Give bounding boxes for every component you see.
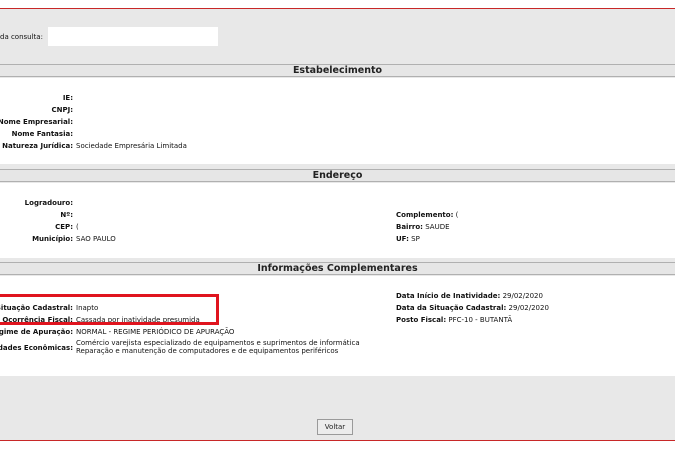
- field-value: 29/02/2020: [508, 304, 549, 312]
- back-button[interactable]: Voltar: [317, 419, 353, 435]
- field-label: Complemento:: [396, 211, 454, 219]
- field-data-situacao-cadastral: Data da Situação Cadastral: 29/02/2020: [396, 303, 549, 313]
- field-label: Nome Fantasia:: [11, 130, 73, 138]
- field-label: gime de Apuração:: [0, 328, 73, 336]
- highlight-box: [0, 294, 219, 325]
- field-uf: UF: SP: [396, 234, 420, 244]
- field-value: Sociedade Empresária Limitada: [76, 142, 187, 150]
- field-label: Logradouro:: [24, 199, 73, 207]
- field-label: Data da Situação Cadastral:: [396, 304, 507, 312]
- field-value: NORMAL - REGIME PERIÓDICO DE APURAÇÃO: [76, 328, 235, 336]
- field-value: 29/02/2020: [502, 292, 543, 300]
- section-header-estabelecimento: Estabelecimento: [0, 64, 675, 77]
- field-label: CEP:: [55, 223, 73, 231]
- panel-informacoes-complementares: Situação Cadastral: Inapto Ocorrência Fi…: [0, 276, 675, 376]
- field-bairro: Bairro: SAUDE: [396, 222, 450, 232]
- field-label: IE:: [62, 94, 73, 102]
- field-label: CNPJ:: [51, 106, 73, 114]
- field-value: SAUDE: [425, 223, 450, 231]
- field-label: UF:: [396, 235, 409, 243]
- field-label: Município:: [32, 235, 73, 243]
- field-value: (: [76, 223, 79, 231]
- query-input[interactable]: [48, 27, 218, 46]
- section-header-informacoes-complementares: Informações Complementares: [0, 262, 675, 275]
- field-posto-fiscal: Posto Fiscal: PFC-10 - BUTANTÃ: [396, 315, 512, 325]
- field-label: Posto Fiscal:: [396, 316, 447, 324]
- query-row: da consulta:: [0, 27, 675, 47]
- field-label: Natureza Jurídica:: [2, 142, 73, 150]
- field-value: SAO PAULO: [76, 235, 116, 243]
- field-label: Data Início de Inatividade:: [396, 292, 501, 300]
- query-label: da consulta:: [0, 33, 43, 41]
- field-value: PFC-10 - BUTANTÃ: [448, 316, 513, 324]
- field-value: (: [455, 211, 459, 219]
- field-label: dades Econômicas:: [0, 344, 73, 352]
- activity-item: Reparação e manutenção de computadores e…: [76, 347, 339, 355]
- activity-item: Comércio varejista especializado de equi…: [76, 339, 360, 347]
- field-label: Nº:: [60, 211, 73, 219]
- panel-endereco: Logradouro: Nº: CEP: ( Município: SAO PA…: [0, 183, 675, 258]
- section-header-endereco: Endereço: [0, 169, 675, 182]
- field-value: Comércio varejista especializado de equi…: [76, 339, 360, 355]
- field-complemento: Complemento: (: [396, 210, 458, 220]
- field-label: Nome Empresarial:: [0, 118, 73, 126]
- panel-estabelecimento: IE: CNPJ: Nome Empresarial: Nome Fantasi…: [0, 78, 675, 164]
- field-data-inicio-inatividade: Data Início de Inatividade: 29/02/2020: [396, 291, 543, 301]
- field-value: SP: [411, 235, 420, 243]
- field-label: Bairro:: [396, 223, 423, 231]
